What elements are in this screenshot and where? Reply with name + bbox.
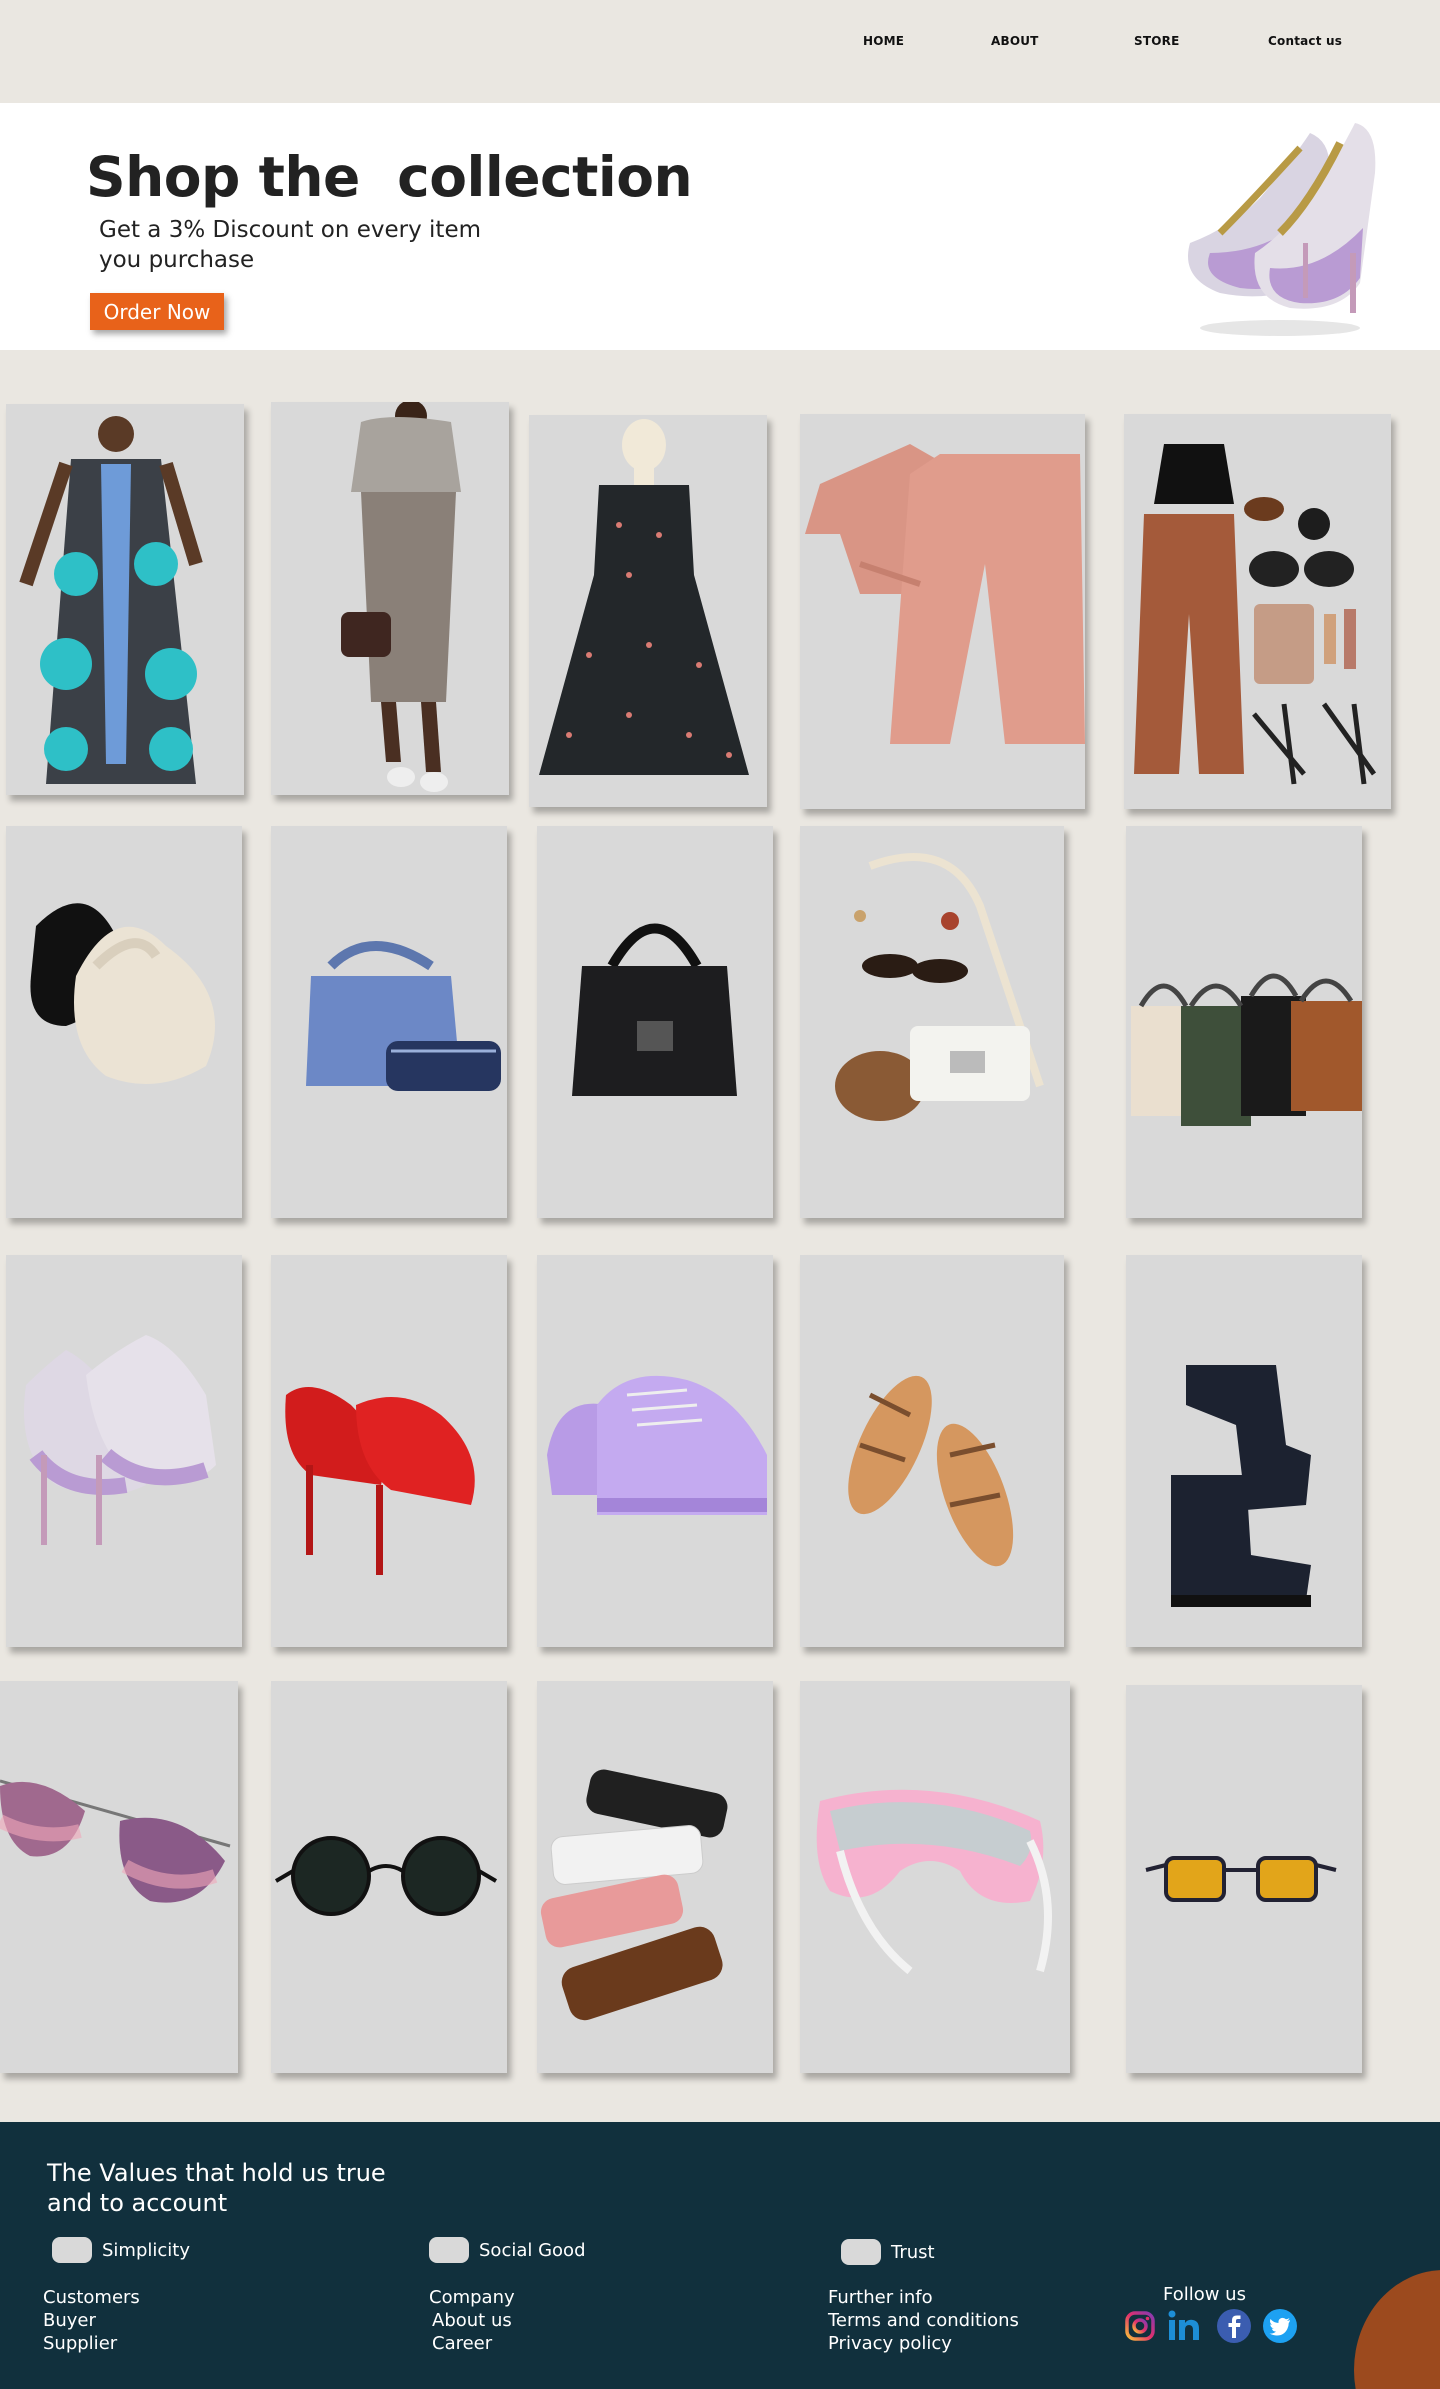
product-card[interactable]: [1126, 826, 1362, 1218]
sport-glasses-icon: [816, 1789, 1052, 1975]
skirt-outfit-icon: [341, 402, 461, 792]
product-card[interactable]: [800, 1255, 1064, 1647]
instagram-icon[interactable]: [1122, 2308, 1158, 2344]
sunglasses-icon: [540, 1769, 728, 2021]
footer-link-company[interactable]: Company: [429, 2286, 515, 2309]
hero-title: Shop the collection: [86, 145, 693, 209]
product-card[interactable]: [537, 1255, 773, 1647]
footer-column-customers: Customers Buyer Supplier: [43, 2286, 140, 2355]
footer-link-privacy[interactable]: Privacy policy: [828, 2332, 1019, 2355]
nav-store-link[interactable]: STORE: [1134, 34, 1179, 48]
decorative-blob: [1354, 2270, 1440, 2389]
product-card[interactable]: [271, 402, 509, 795]
product-card[interactable]: [800, 826, 1064, 1218]
product-card[interactable]: [6, 404, 244, 795]
high-heel-shoe-icon: [1188, 123, 1376, 336]
product-card[interactable]: [800, 1681, 1070, 2073]
hero-subtitle: Get a 3% Discount on every item you purc…: [99, 217, 482, 273]
value-toggle[interactable]: [52, 2237, 92, 2263]
product-card[interactable]: [271, 1255, 507, 1647]
follow-us-label: Follow us: [1163, 2284, 1246, 2305]
handbag-icon: [306, 941, 501, 1091]
site-footer: The Values that hold us true and to acco…: [0, 2122, 1440, 2389]
twitter-icon[interactable]: [1262, 2308, 1298, 2344]
footer-link-buyer[interactable]: Buyer: [43, 2309, 140, 2332]
two-piece-set-icon: [805, 444, 1085, 744]
product-card[interactable]: [537, 826, 773, 1218]
product-card[interactable]: [6, 826, 242, 1218]
value-simplicity: Simplicity: [52, 2236, 190, 2264]
footer-values-title: The Values that hold us true and to acco…: [47, 2159, 386, 2217]
sneakers-icon: [547, 1375, 767, 1515]
value-label: Social Good: [479, 2239, 586, 2261]
heels-icon: [24, 1335, 216, 1545]
value-toggle[interactable]: [841, 2239, 881, 2265]
product-card[interactable]: [0, 1681, 238, 2073]
outfit-set-icon: [1134, 444, 1377, 785]
pumps-icon: [285, 1387, 475, 1575]
value-social-good: Social Good: [429, 2236, 586, 2264]
value-toggle[interactable]: [429, 2237, 469, 2263]
footer-link-terms[interactable]: Terms and conditions: [828, 2309, 1019, 2332]
top-navigation: HOME ABOUT STORE Contact us: [0, 0, 1440, 103]
product-card[interactable]: [271, 826, 507, 1218]
product-card[interactable]: [1124, 414, 1391, 809]
hero-banner: Shop the collection Get a 3% Discount on…: [0, 103, 1440, 350]
product-card[interactable]: [6, 1255, 242, 1647]
sunglasses-icon: [274, 1836, 498, 1916]
sunglasses-icon: [0, 1779, 231, 1903]
product-card[interactable]: [1126, 1255, 1362, 1647]
footer-link-further-info[interactable]: Further info: [828, 2286, 1019, 2309]
order-now-button[interactable]: Order Now: [90, 293, 224, 330]
value-label: Simplicity: [102, 2239, 190, 2261]
bucket-bag-icon: [1131, 973, 1362, 1126]
hobo-bag-icon: [30, 903, 215, 1084]
product-card[interactable]: [271, 1681, 507, 2073]
dress-icon: [539, 419, 749, 775]
facebook-icon[interactable]: [1216, 2308, 1252, 2344]
product-card[interactable]: [800, 414, 1085, 809]
product-card[interactable]: [1126, 1685, 1362, 2073]
footer-column-further-info: Further info Terms and conditions Privac…: [828, 2286, 1019, 2355]
boots-icon: [1171, 1365, 1311, 1607]
footer-column-company: Company About us Career: [429, 2286, 515, 2355]
value-trust: Trust: [841, 2238, 935, 2266]
footer-link-about-us[interactable]: About us: [429, 2309, 515, 2332]
product-card[interactable]: [537, 1681, 773, 2073]
footer-link-career[interactable]: Career: [429, 2332, 515, 2355]
nav-home-link[interactable]: HOME: [863, 34, 904, 48]
product-card[interactable]: [529, 415, 767, 807]
footer-link-supplier[interactable]: Supplier: [43, 2332, 140, 2355]
coat-icon: [19, 416, 203, 784]
linkedin-icon[interactable]: [1166, 2308, 1202, 2344]
nav-about-link[interactable]: ABOUT: [991, 34, 1039, 48]
nav-contact-link[interactable]: Contact us: [1268, 34, 1342, 48]
value-label: Trust: [891, 2241, 935, 2263]
glasses-icon: [1145, 1856, 1337, 1902]
bag-accessories-icon: [835, 853, 1044, 1121]
footer-link-customers[interactable]: Customers: [43, 2286, 140, 2309]
sandals-icon: [848, 1375, 1014, 1567]
handbag-icon: [572, 923, 737, 1096]
